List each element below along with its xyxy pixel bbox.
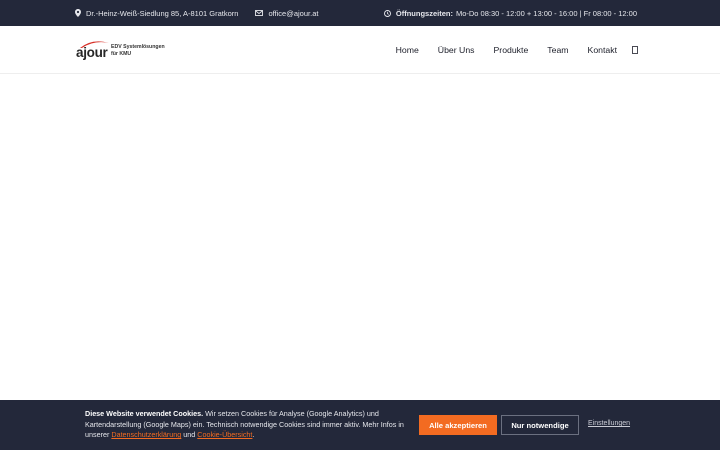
nav-ueber-uns[interactable]: Über Uns xyxy=(438,45,475,55)
nav-kontakt[interactable]: Kontakt xyxy=(588,45,617,55)
cookie-banner: Diese Website verwendet Cookies. Wir set… xyxy=(0,400,720,450)
cookie-title: Diese Website verwendet Cookies. xyxy=(85,409,204,418)
accept-all-button[interactable]: Alle akzeptieren xyxy=(419,415,497,435)
cookie-settings-link[interactable]: Einstellungen xyxy=(588,420,630,427)
address-item: Dr.-Heinz-Weiß-Siedlung 85, A-8101 Gratk… xyxy=(75,9,238,18)
top-info-right: Öffnungszeiten: Mo-Do 08:30 - 12:00 + 13… xyxy=(383,0,637,26)
cookie-text: Diese Website verwendet Cookies. Wir set… xyxy=(85,409,415,441)
necessary-only-button[interactable]: Nur notwendige xyxy=(501,415,579,435)
address-text: Dr.-Heinz-Weiß-Siedlung 85, A-8101 Gratk… xyxy=(86,8,239,18)
logo-tagline-line-2: für KMU xyxy=(111,51,132,57)
cookie-text-part-3: . xyxy=(252,430,255,439)
top-info-left: Dr.-Heinz-Weiß-Siedlung 85, A-8101 Gratk… xyxy=(75,0,335,26)
email-link[interactable]: office@ajour.at xyxy=(268,9,318,18)
nav-home[interactable]: Home xyxy=(396,45,419,55)
envelope-icon xyxy=(255,10,264,16)
opening-hours-value: Mo-Do 08:30 - 12:00 + 13:00 - 16:00 | Fr… xyxy=(455,8,637,18)
privacy-policy-link[interactable]: Datenschutzerklärung xyxy=(111,430,181,439)
nav-team[interactable]: Team xyxy=(547,45,568,55)
search-icon xyxy=(632,46,638,54)
location-pin-icon xyxy=(75,9,81,17)
logo-tagline-line-1: EDV Systemlösungen xyxy=(111,44,165,50)
main-menu: Home Über Uns Produkte Team Kontakt xyxy=(396,26,638,74)
logo-wordmark: ajour xyxy=(76,45,108,60)
opening-hours-label: Öffnungszeiten: xyxy=(395,8,453,18)
cookie-overview-link[interactable]: Cookie-Übersicht xyxy=(197,430,252,439)
search-button[interactable] xyxy=(632,46,638,54)
opening-hours-item: Öffnungszeiten: Mo-Do 08:30 - 12:00 + 13… xyxy=(383,8,637,18)
logo[interactable]: ajour EDV Systemlösungen für KMU xyxy=(76,40,168,62)
clock-icon xyxy=(383,9,391,17)
cookie-text-part-2: und xyxy=(181,430,198,439)
nav-produkte[interactable]: Produkte xyxy=(494,45,529,55)
logo-tagline: EDV Systemlösungen für KMU xyxy=(111,44,171,58)
email-item[interactable]: office@ajour.at xyxy=(255,9,318,18)
top-info-bar: Dr.-Heinz-Weiß-Siedlung 85, A-8101 Gratk… xyxy=(0,0,720,26)
main-navbar: ajour EDV Systemlösungen für KMU Home Üb… xyxy=(0,26,720,74)
